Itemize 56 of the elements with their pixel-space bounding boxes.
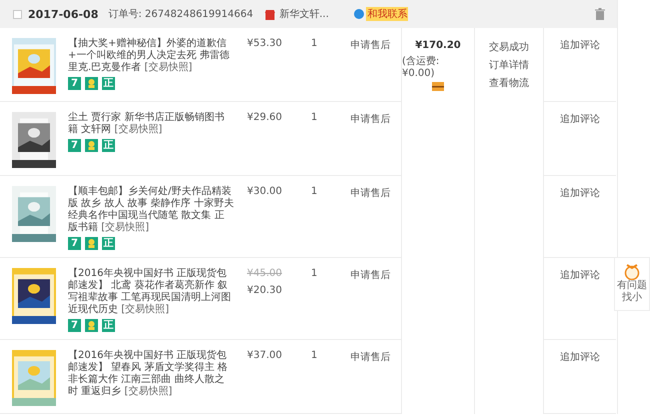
contact-link[interactable]: 和我联系 xyxy=(366,7,408,21)
unit-price: ¥20.30 xyxy=(247,285,283,296)
unit-price: ¥30.00 xyxy=(247,186,283,197)
unit-price: ¥29.60 xyxy=(247,112,283,123)
figure-icon xyxy=(85,77,98,90)
help-text: 找小 xyxy=(622,292,642,304)
after-sale-link[interactable]: 申请售后 xyxy=(350,270,390,281)
product-title[interactable]: 尘土 贾行家 新华书店正版畅销图书籍 文轩网 [交易快照] xyxy=(68,112,234,136)
after-sale-link[interactable]: 申请售后 xyxy=(350,352,390,363)
service-badge: 正 xyxy=(102,139,115,152)
product-title[interactable]: 【2016年央视中国好书 正版现货包邮速发】 北鸢 葵花作者葛亮新作 叙写祖辈故事 工笔再现民国清明上河图近现代历史 [交易快照] xyxy=(68,268,234,316)
service-badge: 正 xyxy=(102,77,115,90)
order-total: ¥170.20 xyxy=(415,40,461,51)
order-date: 2017-06-08 xyxy=(28,8,98,20)
product-title[interactable]: 【顺丰包邮】乡关何处/野夫作品精装版 故乡 故人 故事 柴静作序 十家野夫经典名作中国现当代随笔 散文集 正版书籍 [交易快照] xyxy=(68,186,234,234)
review-link[interactable]: 追加评论 xyxy=(560,352,600,363)
product-title[interactable]: 【2016年央视中国好书 正版现货包邮速发】 望春风 茅盾文学奖得主 格非长篇大作 江南三部曲 曲终人散之时 重返归乡 [交易快照] xyxy=(68,350,234,398)
service-badge: 7 xyxy=(68,77,81,90)
after-sale-link[interactable]: 申请售后 xyxy=(350,40,390,51)
quantity: 1 xyxy=(311,350,318,361)
unit-price: ¥37.00 xyxy=(247,350,283,361)
review-link[interactable]: 追加评论 xyxy=(560,270,600,281)
shipping-fee: (含运费: ¥0.00) xyxy=(402,54,440,79)
shop-name[interactable]: 新华文轩... xyxy=(279,7,329,21)
product-title[interactable]: 【抽大奖+赠神秘信】外婆的道歉信+一个叫欧维的男人决定去死 弗雷德里克.巴克曼作者 [交易快照] xyxy=(68,38,234,74)
service-badge: 正 xyxy=(102,319,115,332)
service-badge: 7 xyxy=(68,319,81,332)
after-sale-link[interactable]: 申请售后 xyxy=(350,188,390,199)
after-sale-link[interactable]: 申请售后 xyxy=(350,114,390,125)
service-badge: 7 xyxy=(68,237,81,250)
figure-icon xyxy=(85,319,98,332)
service-badge: 正 xyxy=(102,237,115,250)
quantity: 1 xyxy=(311,268,318,279)
status-link[interactable]: 查看物流 xyxy=(489,76,529,90)
help-widget[interactable]: 有问题 找小 xyxy=(614,257,650,311)
card-icon xyxy=(432,82,444,91)
smiley-icon xyxy=(623,262,641,280)
original-price: ¥45.00 xyxy=(247,268,283,279)
delete-icon[interactable] xyxy=(595,8,605,20)
shop-icon xyxy=(264,8,276,20)
order-number: 订单号: 26748248619914664 xyxy=(108,8,254,21)
review-link[interactable]: 追加评论 xyxy=(560,40,600,51)
status-link[interactable]: 订单详情 xyxy=(489,58,529,72)
chat-icon xyxy=(354,9,364,19)
figure-icon xyxy=(85,139,98,152)
unit-price: ¥53.30 xyxy=(247,38,283,49)
quantity: 1 xyxy=(311,38,318,49)
quantity: 1 xyxy=(311,186,318,197)
review-link[interactable]: 追加评论 xyxy=(560,188,600,199)
service-badge: 7 xyxy=(68,139,81,152)
quantity: 1 xyxy=(311,112,318,123)
select-checkbox[interactable] xyxy=(13,10,22,18)
order-status: 交易成功 xyxy=(489,40,529,54)
review-link[interactable]: 追加评论 xyxy=(560,114,600,125)
figure-icon xyxy=(85,237,98,250)
help-text: 有问题 xyxy=(617,280,647,292)
